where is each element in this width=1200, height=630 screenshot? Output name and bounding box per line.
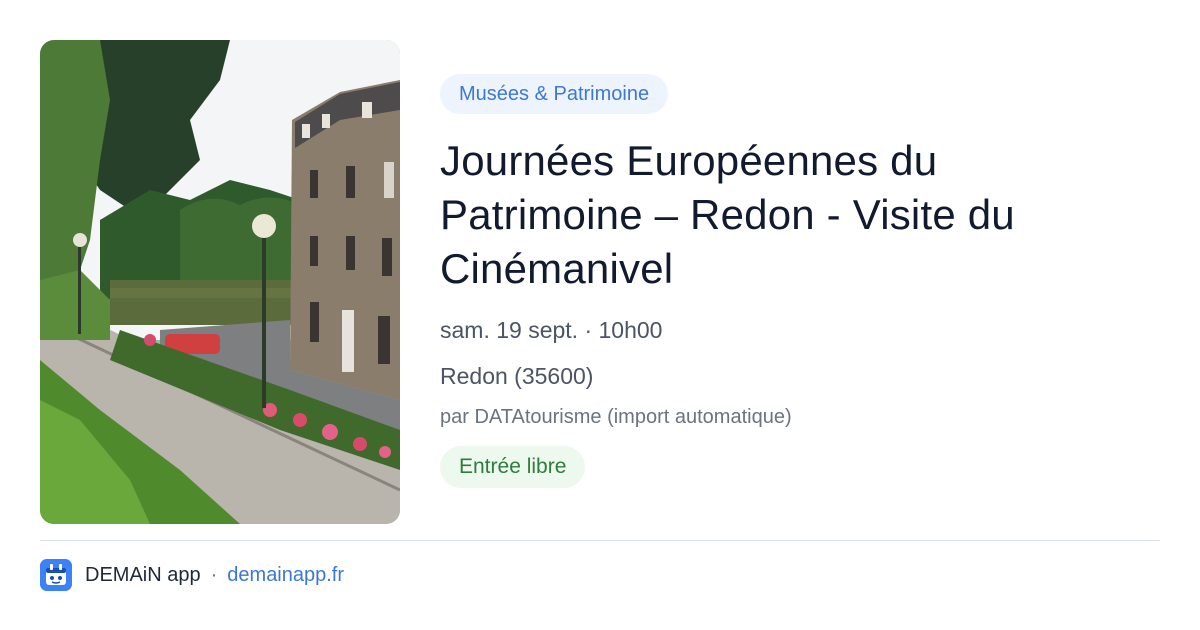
event-info: Musées & Patrimoine Journées Européennes…: [440, 74, 1160, 488]
event-share-card: Musées & Patrimoine Journées Européennes…: [0, 0, 1200, 630]
event-organizer: par DATAtourisme (import automatique): [440, 406, 792, 428]
footer: DEMAiN app · demainapp.fr: [40, 558, 344, 592]
footer-separator: ·: [210, 563, 218, 586]
app-url-link[interactable]: demainapp.fr: [227, 564, 344, 587]
price-badge: Entrée libre: [440, 446, 586, 488]
event-photo: [40, 40, 400, 524]
event-title: Journées Européennes du Patrimoine – Red…: [440, 137, 1015, 292]
category-badge[interactable]: Musées & Patrimoine: [440, 74, 669, 114]
event-location: Redon (35600): [440, 363, 594, 389]
footer-divider: [40, 540, 1160, 541]
demain-app-logo-icon: [40, 559, 72, 591]
event-date-time: sam. 19 sept. · 10h00: [440, 317, 663, 343]
app-name: DEMAiN app: [85, 563, 201, 586]
